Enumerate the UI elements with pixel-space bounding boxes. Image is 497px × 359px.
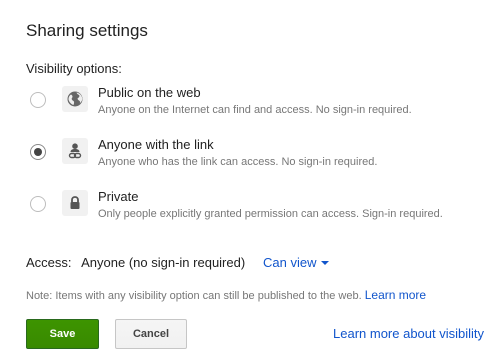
dialog-title: Sharing settings — [26, 21, 148, 40]
visibility-options-label: Visibility options: — [26, 61, 122, 76]
option-anyone-with-link[interactable]: Anyone with the link Anyone who has the … — [30, 136, 480, 180]
learn-more-link[interactable]: Learn more — [365, 288, 426, 302]
person-link-icon — [62, 138, 88, 164]
permission-dropdown-label: Can view — [263, 255, 317, 270]
globe-icon — [62, 86, 88, 112]
access-row: Access: Anyone (no sign-in required) — [26, 255, 245, 270]
option-public-on-web[interactable]: Public on the web Anyone on the Internet… — [30, 84, 480, 128]
radio-selected-dot — [34, 148, 42, 156]
option-private-title: Private — [98, 189, 139, 204]
option-public-description: Anyone on the Internet can find and acce… — [98, 104, 412, 116]
radio-public-on-web[interactable] — [30, 92, 46, 108]
option-link-title: Anyone with the link — [98, 137, 214, 152]
radio-anyone-with-link[interactable] — [30, 144, 46, 160]
radio-private[interactable] — [30, 196, 46, 212]
chevron-down-icon — [321, 260, 330, 265]
publish-note: Note: Items with any visibility option c… — [26, 288, 426, 302]
learn-more-visibility-link[interactable]: Learn more about visibility — [333, 326, 484, 341]
save-button[interactable]: Save — [26, 319, 99, 349]
lock-icon — [62, 190, 88, 216]
access-label: Access: — [26, 255, 72, 270]
option-private[interactable]: Private Only people explicitly granted p… — [30, 188, 480, 232]
cancel-button[interactable]: Cancel — [115, 319, 187, 349]
option-link-description: Anyone who has the link can access. No s… — [98, 156, 378, 168]
option-private-description: Only people explicitly granted permissio… — [98, 208, 443, 220]
publish-note-text: Note: Items with any visibility option c… — [26, 290, 362, 302]
access-value: Anyone (no sign-in required) — [81, 255, 246, 270]
option-public-title: Public on the web — [98, 85, 201, 100]
permission-dropdown[interactable]: Can view — [263, 255, 330, 270]
